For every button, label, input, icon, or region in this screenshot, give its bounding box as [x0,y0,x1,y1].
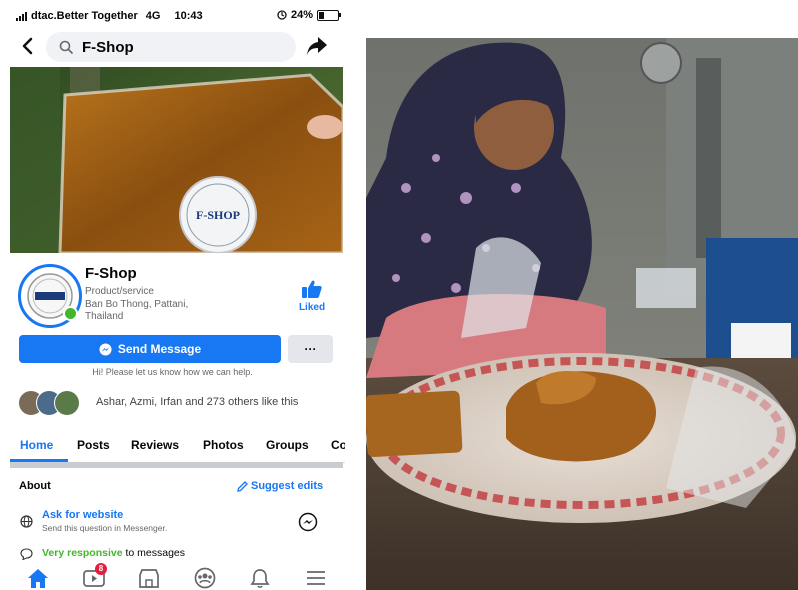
greeting-text: Hi! Please let us know how we can help. [92,367,253,377]
marketplace-icon[interactable] [137,567,161,589]
carrier-name: dtac.Better Together [31,10,138,22]
facebook-page-screenshot: dtac.Better Together 4G 10:43 24% F-Shop [0,0,345,590]
responsiveness-rest: to messages [122,547,186,559]
send-message-button[interactable]: Send Message [19,335,281,363]
photo-image [366,38,798,590]
more-options-label: ··· [304,342,317,356]
cover-label-text: F-SHOP [196,208,240,222]
section-divider [10,462,343,468]
tab-groups[interactable]: Groups [266,438,309,452]
menu-icon[interactable] [304,567,328,589]
tab-community[interactable]: Co [331,438,345,452]
page-title: F-Shop [85,265,137,282]
search-bar: F-Shop [0,30,345,66]
globe-icon [20,515,33,528]
send-message-label: Send Message [117,342,202,356]
likes-text: Ashar, Azmi, Irfan and 273 others like t… [96,396,299,408]
online-indicator [63,306,78,321]
tab-posts[interactable]: Posts [77,438,110,452]
tab-home[interactable]: Home [20,438,53,452]
friend-avatar [54,390,80,416]
suggest-edits-label: Suggest edits [251,480,324,492]
about-heading: About [19,480,51,492]
suggest-edits-link[interactable]: Suggest edits [237,480,323,492]
thumbs-up-icon [302,280,322,298]
signal-icon [16,11,27,21]
likes-summary[interactable]: Ashar, Azmi, Irfan and 273 others like t… [18,390,345,416]
battery-percent: 24% [290,9,313,21]
bottom-nav: 8 [10,563,343,590]
search-query: F-Shop [82,39,134,56]
responsiveness-row: Very responsive to messages [18,546,338,562]
chat-bubble-icon [20,548,33,560]
tab-reviews[interactable]: Reviews [131,438,179,452]
battery-icon [317,9,341,21]
location-icon [277,10,287,20]
search-icon [59,40,73,54]
page-location: Ban Bo Thong, Pattani, Thailand [85,299,189,322]
liked-label: Liked [298,302,326,313]
messenger-icon[interactable] [298,512,318,532]
more-options-button[interactable]: ··· [288,335,333,363]
cover-photo[interactable]: F-SHOP [10,67,343,253]
page-header: F-Shop Product/service Ban Bo Thong, Pat… [10,255,343,335]
messenger-icon [99,342,112,356]
woman-preparing-food-photo [366,38,798,590]
clock: 10:43 [174,10,203,22]
ask-for-website-link[interactable]: Ask for website [42,509,123,521]
watch-tab[interactable]: 8 [82,563,107,589]
share-icon[interactable] [306,36,328,56]
ask-for-website-row[interactable]: Ask for website Send this question in Me… [18,509,338,539]
cover-image: F-SHOP [10,67,343,253]
home-icon[interactable] [26,567,50,589]
page-tabs: Home Posts Reviews Photos Groups Co [10,428,345,463]
responsiveness-text: Very responsive to messages [42,547,185,559]
network-type: 4G [145,10,161,22]
back-arrow-icon[interactable] [18,36,38,56]
responsiveness-highlight: Very responsive [42,547,123,559]
bell-icon[interactable] [248,567,272,589]
search-input[interactable]: F-Shop [46,32,296,62]
tab-photos[interactable]: Photos [203,438,244,452]
liked-button[interactable]: Liked [292,279,332,313]
ask-for-website-subtitle: Send this question in Messenger. [42,523,168,533]
pencil-icon [237,480,248,492]
status-bar: dtac.Better Together 4G 10:43 24% [0,0,345,30]
page-category: Product/service [85,286,154,297]
notification-badge: 8 [95,563,107,575]
groups-icon[interactable] [193,567,217,589]
